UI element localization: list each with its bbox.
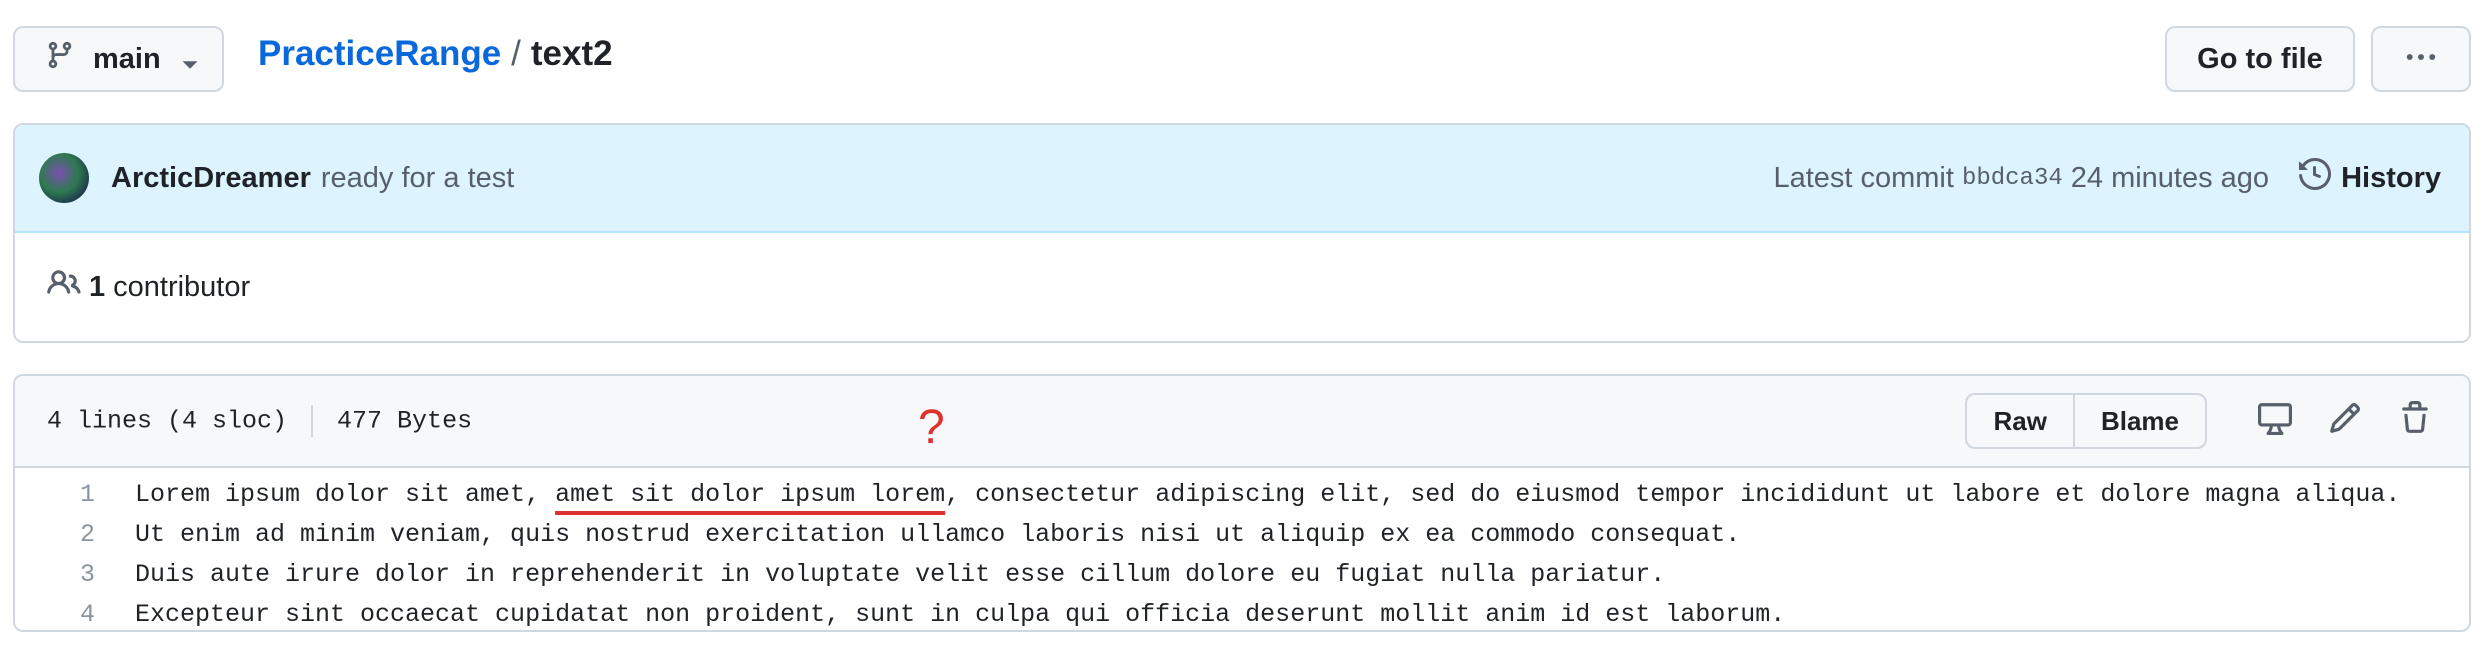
- go-to-file-button[interactable]: Go to file: [2165, 26, 2355, 92]
- latest-commit-label: Latest commit: [1773, 161, 1954, 194]
- latest-commit-row: ArcticDreamer ready for a test Latest co…: [15, 125, 2469, 233]
- breadcrumb: PracticeRange / text2: [258, 34, 613, 74]
- line-content: Duis aute irure dolor in reprehenderit i…: [135, 559, 1666, 589]
- repo-link[interactable]: PracticeRange: [258, 34, 501, 74]
- commit-time: 24 minutes ago: [2070, 161, 2270, 194]
- highlighted-phrase: amet sit dolor ipsum lorem: [555, 479, 946, 509]
- branch-name: main: [93, 42, 161, 75]
- desktop-icon: [2258, 401, 2292, 442]
- commit-author[interactable]: ArcticDreamer: [111, 162, 311, 195]
- branch-select-button[interactable]: main: [13, 26, 224, 92]
- avatar[interactable]: [39, 153, 89, 203]
- meta-divider: [311, 405, 314, 437]
- file-size: 477 Bytes: [337, 406, 473, 436]
- annotation-question-mark: ?: [918, 401, 945, 454]
- line-number[interactable]: 3: [15, 560, 95, 589]
- code-line: 3 Duis aute irure dolor in reprehenderit…: [15, 554, 2469, 594]
- raw-blame-group: Raw Blame: [1965, 393, 2207, 449]
- code-line: 4 Excepteur sint occaecat cupidatat non …: [15, 594, 2469, 630]
- commit-details: Latest commit bbdca34 24 minutes ago His…: [1773, 157, 2441, 198]
- breadcrumb-separator: /: [511, 34, 521, 73]
- code-line: 1 Lorem ipsum dolor sit amet, amet sit d…: [15, 474, 2469, 514]
- commit-sha[interactable]: bbdca34: [1962, 165, 2063, 192]
- caret-down-icon: [175, 50, 198, 69]
- delete-button[interactable]: [2391, 397, 2439, 445]
- commit-box: ArcticDreamer ready for a test Latest co…: [13, 123, 2471, 343]
- line-number[interactable]: 4: [15, 600, 95, 629]
- kebab-horizontal-icon: [2403, 39, 2439, 80]
- display-button[interactable]: [2251, 397, 2299, 445]
- people-icon: [47, 266, 89, 308]
- history-label: History: [2341, 161, 2441, 194]
- line-content: Excepteur sint occaecat cupidatat non pr…: [135, 599, 1786, 629]
- pencil-icon: [2328, 401, 2362, 442]
- line-number[interactable]: 2: [15, 520, 95, 549]
- trash-icon: [2398, 400, 2432, 442]
- file-name: text2: [530, 34, 613, 73]
- history-icon: [2299, 157, 2341, 198]
- contributor-label: contributor: [113, 270, 251, 303]
- raw-button[interactable]: Raw: [1967, 395, 2072, 447]
- more-options-button[interactable]: [2371, 26, 2471, 92]
- blame-button[interactable]: Blame: [2072, 395, 2205, 447]
- top-bar: main PracticeRange / text2 Go to file: [13, 26, 2471, 92]
- file-lines-info: 4 lines (4 sloc): [47, 406, 288, 436]
- line-content: Ut enim ad minim veniam, quis nostrud ex…: [135, 519, 1741, 549]
- file-meta: 4 lines (4 sloc) 477 Bytes: [47, 405, 472, 437]
- file-viewer: 4 lines (4 sloc) 477 Bytes Raw Blame 1 L…: [13, 374, 2471, 632]
- code-listing: 1 Lorem ipsum dolor sit amet, amet sit d…: [15, 468, 2469, 630]
- edit-button[interactable]: [2321, 397, 2369, 445]
- history-button[interactable]: History: [2299, 157, 2441, 198]
- code-line: 2 Ut enim ad minim veniam, quis nostrud …: [15, 514, 2469, 554]
- line-text: Lorem ipsum dolor sit amet,: [135, 479, 556, 509]
- file-header: 4 lines (4 sloc) 477 Bytes Raw Blame: [15, 376, 2469, 468]
- commit-message[interactable]: ready for a test: [321, 162, 514, 195]
- line-number[interactable]: 1: [15, 480, 95, 509]
- contributors-row[interactable]: 1 contributor: [15, 233, 2469, 341]
- file-actions: Raw Blame: [1965, 393, 2439, 449]
- contributor-count: 1: [89, 270, 106, 303]
- line-content: Lorem ipsum dolor sit amet, amet sit dol…: [95, 480, 2400, 509]
- file-view-page: main PracticeRange / text2 Go to file Ar…: [0, 0, 2484, 664]
- line-text: , consectetur adipiscing elit, sed do ei…: [945, 479, 2401, 509]
- git-branch-icon: [45, 40, 93, 78]
